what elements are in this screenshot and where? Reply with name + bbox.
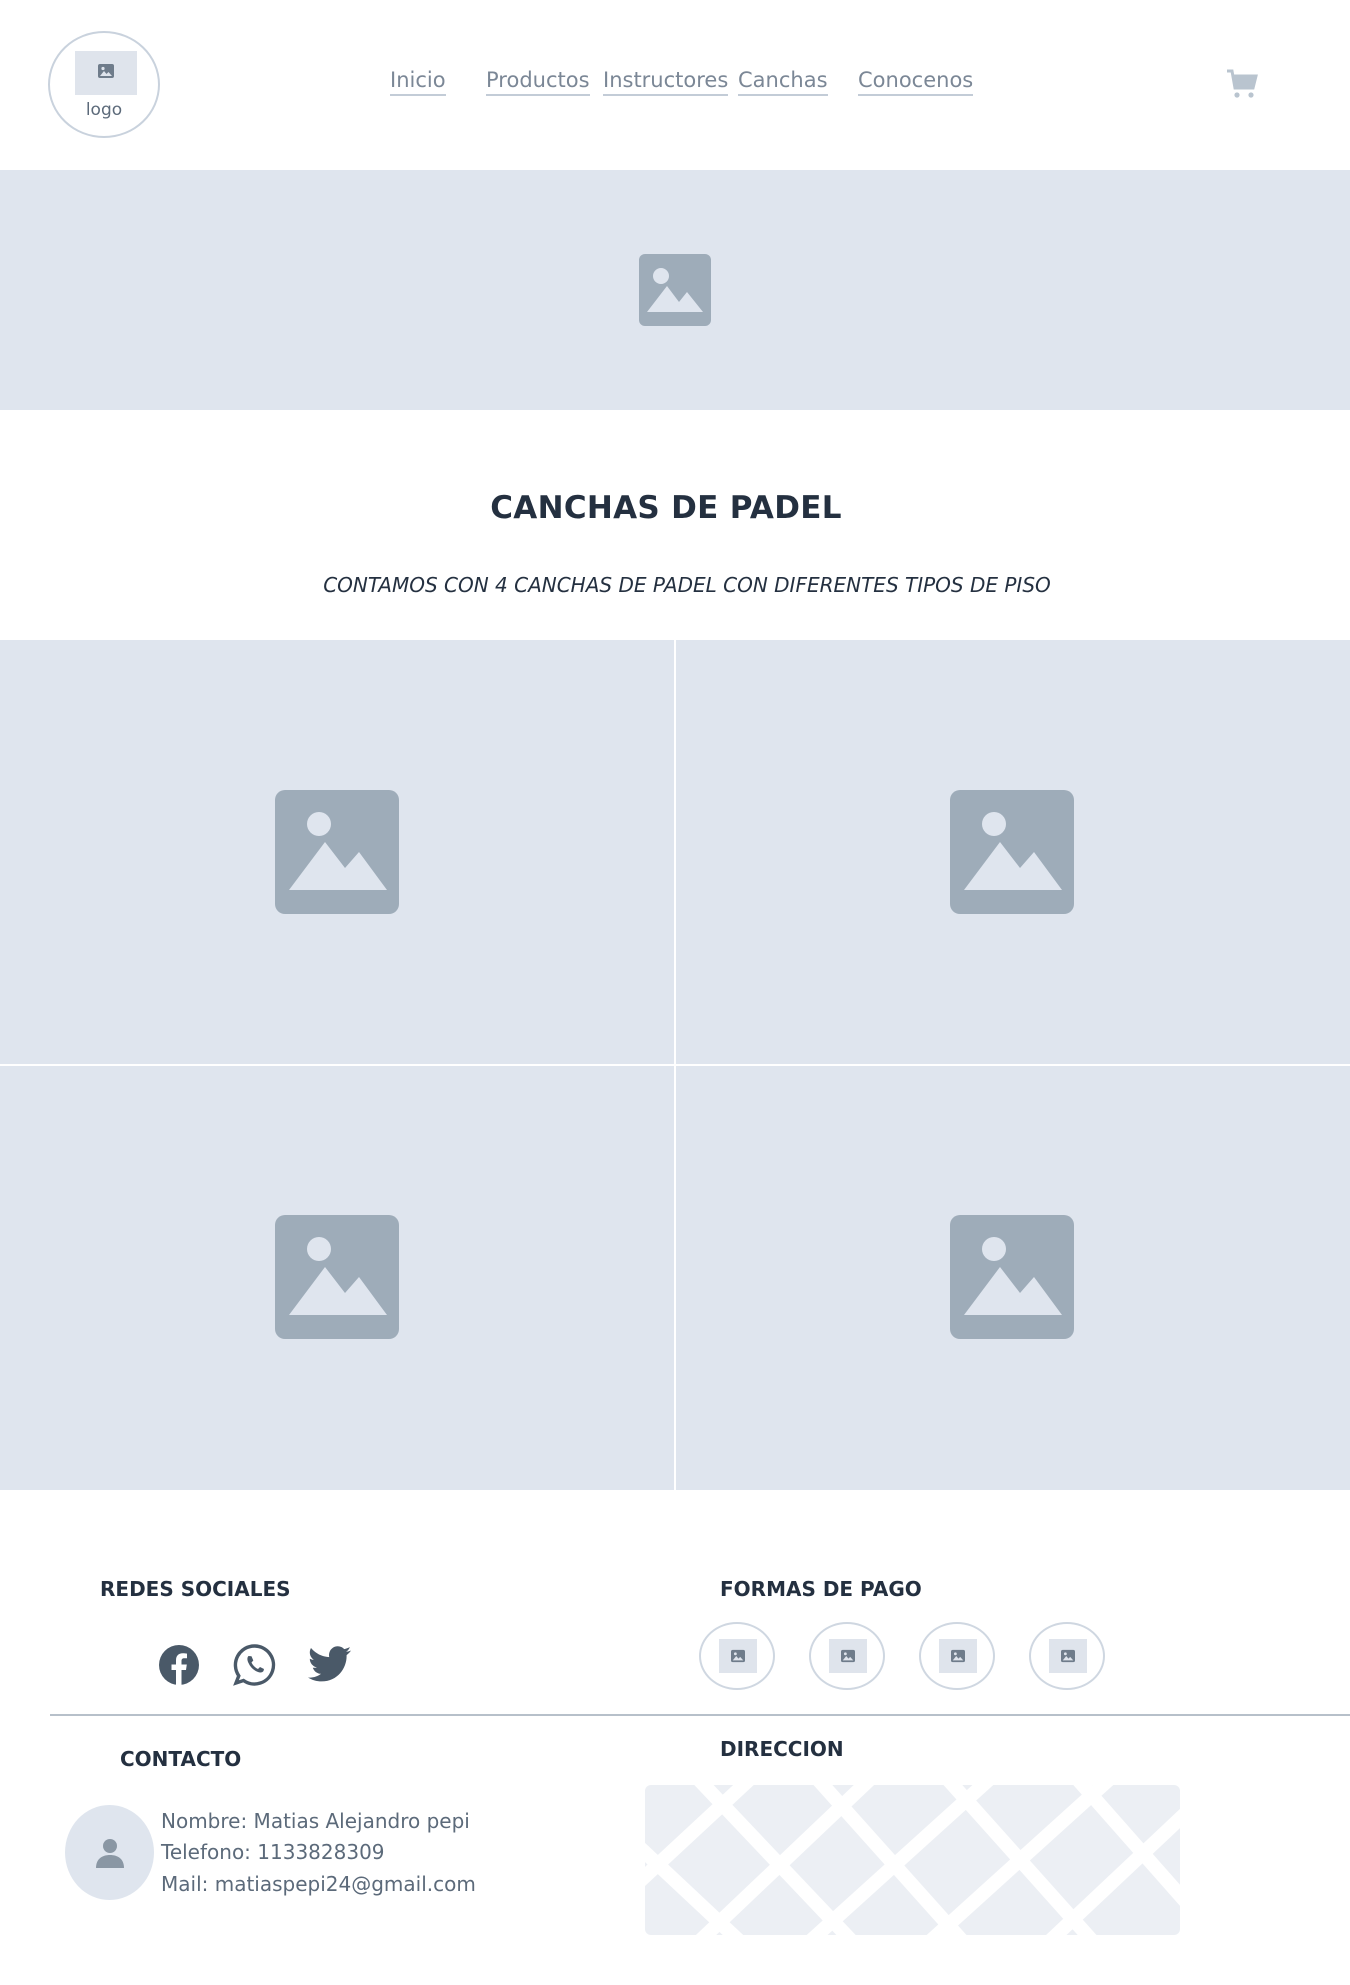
facebook-icon[interactable] — [158, 1644, 200, 1686]
contact-name: Nombre: Matias Alejandro pepi — [161, 1809, 470, 1833]
site-header: logo Inicio Productos Instructores Canch… — [0, 0, 1350, 170]
whatsapp-icon[interactable] — [233, 1643, 277, 1687]
address-heading: DIRECCION — [720, 1737, 844, 1761]
nav-inicio[interactable]: Inicio — [390, 68, 446, 96]
user-icon — [96, 1839, 124, 1868]
address-map[interactable] — [645, 1785, 1180, 1935]
court-image — [0, 640, 674, 1064]
payment-heading: FORMAS DE PAGO — [720, 1577, 922, 1601]
image-placeholder-icon — [950, 790, 1074, 914]
image-placeholder-icon — [75, 51, 137, 95]
contact-heading: CONTACTO — [120, 1747, 242, 1771]
payment-method-badge — [699, 1622, 775, 1690]
page-title: CANCHAS DE PADEL — [490, 490, 842, 526]
image-placeholder-icon — [1049, 1639, 1087, 1673]
image-placeholder-icon — [719, 1639, 757, 1673]
social-heading: REDES SOCIALES — [100, 1577, 291, 1601]
court-image — [676, 640, 1350, 1064]
hero-banner — [0, 170, 1350, 410]
cart-icon[interactable] — [1226, 68, 1258, 104]
logo-label: logo — [85, 100, 123, 120]
logo[interactable]: logo — [48, 31, 160, 138]
court-image — [0, 1066, 674, 1490]
page-subtitle: CONTAMOS CON 4 CANCHAS DE PADEL CON DIFE… — [323, 573, 1051, 597]
payment-method-badge — [1029, 1622, 1105, 1690]
nav-instructores[interactable]: Instructores — [603, 68, 729, 96]
nav-canchas[interactable]: Canchas — [738, 68, 828, 96]
map-icon — [645, 1785, 1180, 1935]
image-placeholder-icon — [275, 1215, 399, 1339]
nav-conocenos[interactable]: Conocenos — [858, 68, 974, 96]
contact-mail[interactable]: Mail: matiaspepi24@gmail.com — [161, 1872, 476, 1896]
image-placeholder-icon — [275, 790, 399, 914]
payment-method-badge — [809, 1622, 885, 1690]
image-placeholder-icon — [950, 1215, 1074, 1339]
image-placeholder-icon — [939, 1639, 977, 1673]
courts-gallery — [0, 640, 1350, 1490]
payment-method-badge — [919, 1622, 995, 1690]
nav-productos[interactable]: Productos — [486, 68, 590, 96]
contact-phone: Telefono: 1133828309 — [161, 1840, 385, 1864]
footer-divider — [50, 1714, 1350, 1716]
court-image — [676, 1066, 1350, 1490]
image-placeholder-icon — [829, 1639, 867, 1673]
image-placeholder-icon — [639, 254, 711, 326]
avatar — [65, 1805, 154, 1900]
twitter-icon[interactable] — [308, 1646, 352, 1684]
